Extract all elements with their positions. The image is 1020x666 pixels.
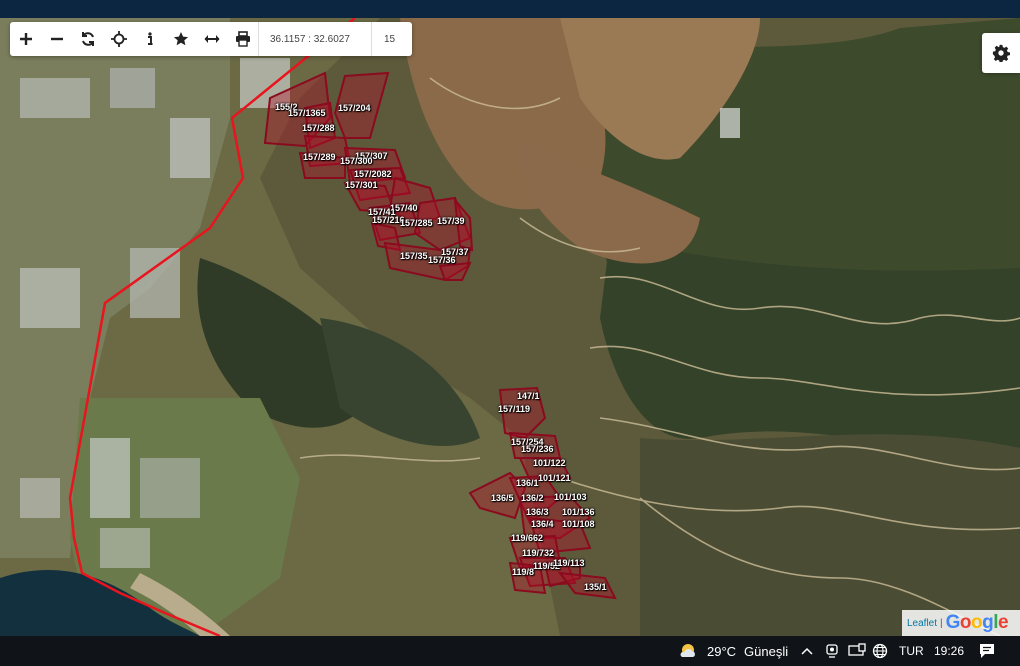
arrows-horizontal-icon <box>204 35 219 43</box>
network-tray-button[interactable] <box>872 636 888 666</box>
parcel-label[interactable]: 157/285 <box>400 218 433 228</box>
favorite-button[interactable] <box>165 22 196 56</box>
parcel-label[interactable]: 136/2 <box>521 493 544 503</box>
parcel-label[interactable]: 101/122 <box>533 458 566 468</box>
parcel-label[interactable]: 136/5 <box>491 493 514 503</box>
settings-button[interactable] <box>982 33 1020 73</box>
webcam-tray-button[interactable] <box>824 636 840 666</box>
parcel-label[interactable]: 157/301 <box>345 180 378 190</box>
parcel-label[interactable]: 119/8 <box>512 567 534 577</box>
refresh-icon <box>81 32 94 46</box>
zoom-level: 15 <box>371 22 412 56</box>
parcel-label[interactable]: 136/1 <box>516 478 539 488</box>
info-button[interactable] <box>134 22 165 56</box>
parcel-label[interactable]: 119/662 <box>511 533 543 543</box>
satellite-imagery <box>0 18 1020 636</box>
parcel-label[interactable]: 101/103 <box>554 492 587 502</box>
parcel-label[interactable]: 157/35 <box>400 251 428 261</box>
refresh-button[interactable] <box>72 22 103 56</box>
globe-icon <box>872 643 888 659</box>
parcel-label[interactable]: 157/39 <box>437 216 465 226</box>
chat-icon <box>980 644 994 658</box>
taskbar: 29°C Güneşli TUR 19:26 <box>0 636 1020 666</box>
parcel-label[interactable]: 119/113 <box>553 558 585 568</box>
parcel-label[interactable]: 101/108 <box>562 519 595 529</box>
locate-button[interactable] <box>103 22 134 56</box>
chevron-up-icon <box>801 647 813 655</box>
notification-center-button[interactable] <box>978 636 996 666</box>
coordinate-readout: 36.1157 : 32.6027 <box>258 22 371 56</box>
parcel-label[interactable]: 147/1 <box>517 391 540 401</box>
parcel-label[interactable]: 119/732 <box>522 548 554 558</box>
show-hidden-icons-button[interactable] <box>800 636 814 666</box>
google-logo[interactable]: Google <box>946 612 1009 634</box>
crosshair-icon <box>110 31 127 47</box>
zoom-out-button[interactable] <box>41 22 72 56</box>
star-icon <box>173 32 188 46</box>
clock[interactable]: 19:26 <box>934 636 964 666</box>
parcel-label[interactable]: 157/36 <box>428 255 456 265</box>
map-attribution: Leaflet | Google <box>902 610 1020 636</box>
zoom-in-button[interactable] <box>10 22 41 56</box>
parcel-label[interactable]: 101/121 <box>538 473 571 483</box>
parcel-label[interactable]: 157/1365 <box>288 108 326 118</box>
parcel-label[interactable]: 136/4 <box>531 519 554 529</box>
display-tray-button[interactable] <box>848 636 866 666</box>
parcel-label[interactable]: 157/204 <box>338 103 371 113</box>
weather-widget[interactable]: 29°C Güneşli <box>678 636 788 666</box>
parcel-label[interactable]: 135/1 <box>584 582 607 592</box>
attribution-separator: | <box>940 617 943 629</box>
parcel-label[interactable]: 101/136 <box>562 507 595 517</box>
parcel-label[interactable]: 157/288 <box>302 123 335 133</box>
parcel-label[interactable]: 157/2082 <box>354 169 392 179</box>
temperature: 29°C <box>707 643 737 659</box>
leaflet-link[interactable]: Leaflet <box>907 618 937 629</box>
parcel-label[interactable]: 157/300 <box>340 156 373 166</box>
print-button[interactable] <box>227 22 258 56</box>
weather-condition: Güneşli <box>744 643 789 659</box>
sun-cloud-icon <box>680 644 695 657</box>
info-icon <box>147 32 152 45</box>
parcel-label[interactable]: 157/236 <box>521 444 554 454</box>
plus-icon <box>19 33 32 45</box>
webcam-icon <box>826 644 838 658</box>
map-toolbar: 36.1157 : 32.6027 15 <box>10 22 412 56</box>
map-view[interactable]: 155/2 157/1365 157/204 157/288 157/289 1… <box>0 18 1020 636</box>
window-top-bar <box>0 0 1020 18</box>
gear-icon <box>992 44 1010 62</box>
parcel-label[interactable]: 157/289 <box>303 152 336 162</box>
parcel-label[interactable]: 157/119 <box>498 404 530 414</box>
parcel-label[interactable]: 136/3 <box>526 507 549 517</box>
printer-icon <box>235 31 250 47</box>
minus-icon <box>50 37 63 41</box>
measure-button[interactable] <box>196 22 227 56</box>
monitor-icon <box>848 643 866 656</box>
input-language[interactable]: TUR <box>899 636 924 666</box>
